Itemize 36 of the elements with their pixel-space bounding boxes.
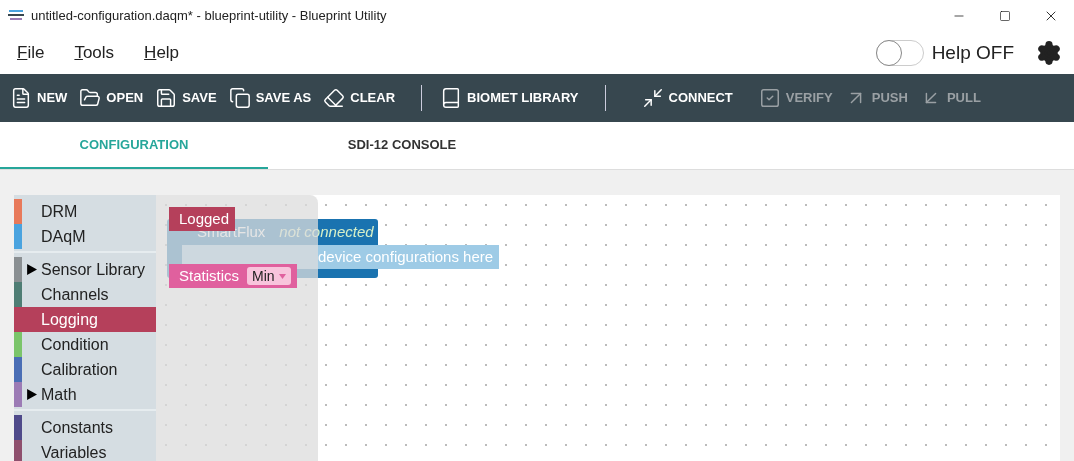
category-item[interactable]: Math [14, 382, 156, 407]
category-item[interactable]: Sensor Library [14, 257, 156, 282]
folder-icon [79, 87, 102, 109]
category-item[interactable]: DRM [14, 199, 156, 224]
help-toggle[interactable] [875, 40, 924, 66]
toolbar-button[interactable]: CONNECT [639, 80, 735, 116]
drop-hint: device configurations here [318, 245, 500, 269]
menu-item[interactable]: Tools [74, 40, 115, 66]
category-item[interactable]: Channels [14, 282, 156, 307]
dropdown-arrow-icon [278, 273, 286, 279]
tab[interactable]: SDI-12 CONSOLE [268, 122, 536, 169]
settings-icon[interactable] [1036, 40, 1062, 66]
checkbox-icon [758, 87, 781, 109]
menu-item[interactable]: File [17, 40, 45, 66]
logging-block[interactable]: Statistics Min [169, 264, 297, 288]
eraser-icon [323, 87, 346, 109]
menu-item[interactable]: Help [144, 40, 180, 66]
document-icon [10, 87, 32, 109]
toolbar-button[interactable]: BIOMET LIBRARY [438, 80, 581, 116]
toolbar-button[interactable]: CLEAR [321, 80, 398, 116]
category-item[interactable]: Condition [14, 332, 156, 357]
category-item[interactable]: Variables [14, 440, 156, 461]
copy-icon [228, 87, 251, 109]
arrows-inward-icon [641, 87, 664, 109]
logging-block[interactable]: Logged [169, 207, 236, 231]
toolbar-button[interactable]: OPEN [77, 80, 146, 116]
app-logo-icon [8, 10, 24, 22]
category-item[interactable]: Constants [14, 415, 156, 440]
category-item[interactable]: DAqM [14, 224, 156, 249]
toolbar-button[interactable]: NEW [8, 80, 70, 116]
dropdown-field[interactable]: Min [247, 267, 291, 285]
toolbar-button[interactable]: SAVE AS [226, 80, 314, 116]
window-title: untitled-configuration.daqm* - blueprint-utility - Blueprint Utility [31, 7, 387, 26]
category-item[interactable]: Calibration [14, 357, 156, 382]
toolbar-button[interactable]: SAVE [153, 80, 219, 116]
help-toggle-label: Help OFF [931, 40, 1014, 65]
